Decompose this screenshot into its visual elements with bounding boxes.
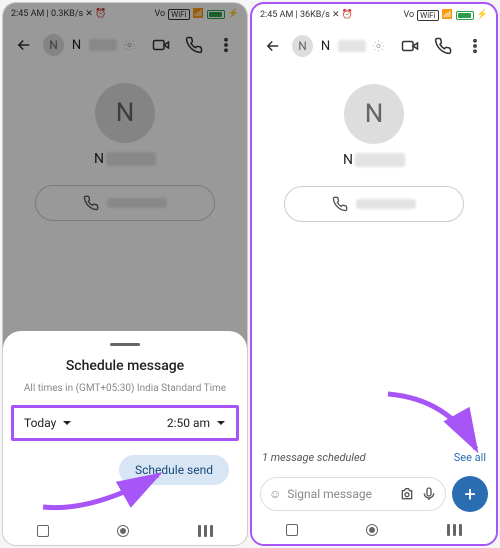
message-placeholder: Signal message — [287, 487, 393, 501]
scheduled-bar: 1 message scheduled See all — [252, 445, 496, 470]
chat-body: N N — [252, 66, 496, 445]
wifi-icon: WiFi — [417, 10, 438, 21]
mic-icon[interactable] — [421, 486, 437, 502]
header-avatar[interactable]: N — [292, 35, 313, 57]
volte-icon: Vo — [403, 10, 414, 20]
video-call-button[interactable] — [397, 32, 423, 60]
nav-recent[interactable] — [37, 525, 49, 537]
nav-menu[interactable] — [198, 525, 213, 537]
sheet-title: Schedule message — [17, 358, 233, 374]
schedule-sheet: Schedule message All times in (GMT+05:30… — [3, 331, 247, 545]
chat-header: N N — [252, 26, 496, 66]
redacted-name — [338, 40, 366, 52]
schedule-send-button[interactable]: Schedule send — [119, 455, 229, 485]
sheet-handle[interactable] — [110, 343, 140, 346]
camera-icon[interactable] — [399, 486, 415, 502]
chevron-down-icon — [216, 418, 226, 428]
day-picker[interactable]: Today — [24, 416, 72, 430]
back-button[interactable] — [260, 32, 286, 60]
battery-icon — [456, 11, 474, 20]
gear-icon — [372, 39, 385, 53]
nav-home[interactable] — [366, 524, 378, 536]
contact-avatar[interactable]: N — [344, 84, 404, 144]
emoji-icon[interactable]: ☺ — [269, 487, 281, 501]
chevron-down-icon — [62, 418, 72, 428]
more-button[interactable] — [462, 32, 488, 60]
signal-icon: 📶 — [442, 10, 453, 20]
datetime-picker-row: Today 2:50 am — [11, 405, 239, 441]
android-navbar — [3, 517, 247, 545]
time-picker[interactable]: 2:50 am — [167, 416, 226, 430]
nav-recent[interactable] — [286, 524, 298, 536]
message-input[interactable]: ☺ Signal message — [260, 477, 446, 511]
contact-name: N — [343, 152, 405, 168]
call-pill-button[interactable] — [284, 186, 464, 222]
compose-bar: ☺ Signal message + — [252, 470, 496, 516]
scheduled-count-label: 1 message scheduled — [262, 451, 366, 464]
add-button[interactable]: + — [452, 476, 488, 512]
status-bar: 2:45 AM | 36KB/s ✕ ⏰ Vo WiFi 📶 ⚡ — [252, 4, 496, 26]
plus-icon: + — [464, 482, 475, 506]
header-contact-name[interactable]: N — [321, 39, 330, 54]
see-all-link[interactable]: See all — [454, 451, 486, 464]
timezone-label: All times in (GMT+05:30) India Standard … — [17, 382, 233, 395]
nav-menu[interactable] — [447, 524, 462, 536]
nav-home[interactable] — [117, 525, 129, 537]
android-navbar — [252, 516, 496, 544]
voice-call-button[interactable] — [430, 32, 456, 60]
